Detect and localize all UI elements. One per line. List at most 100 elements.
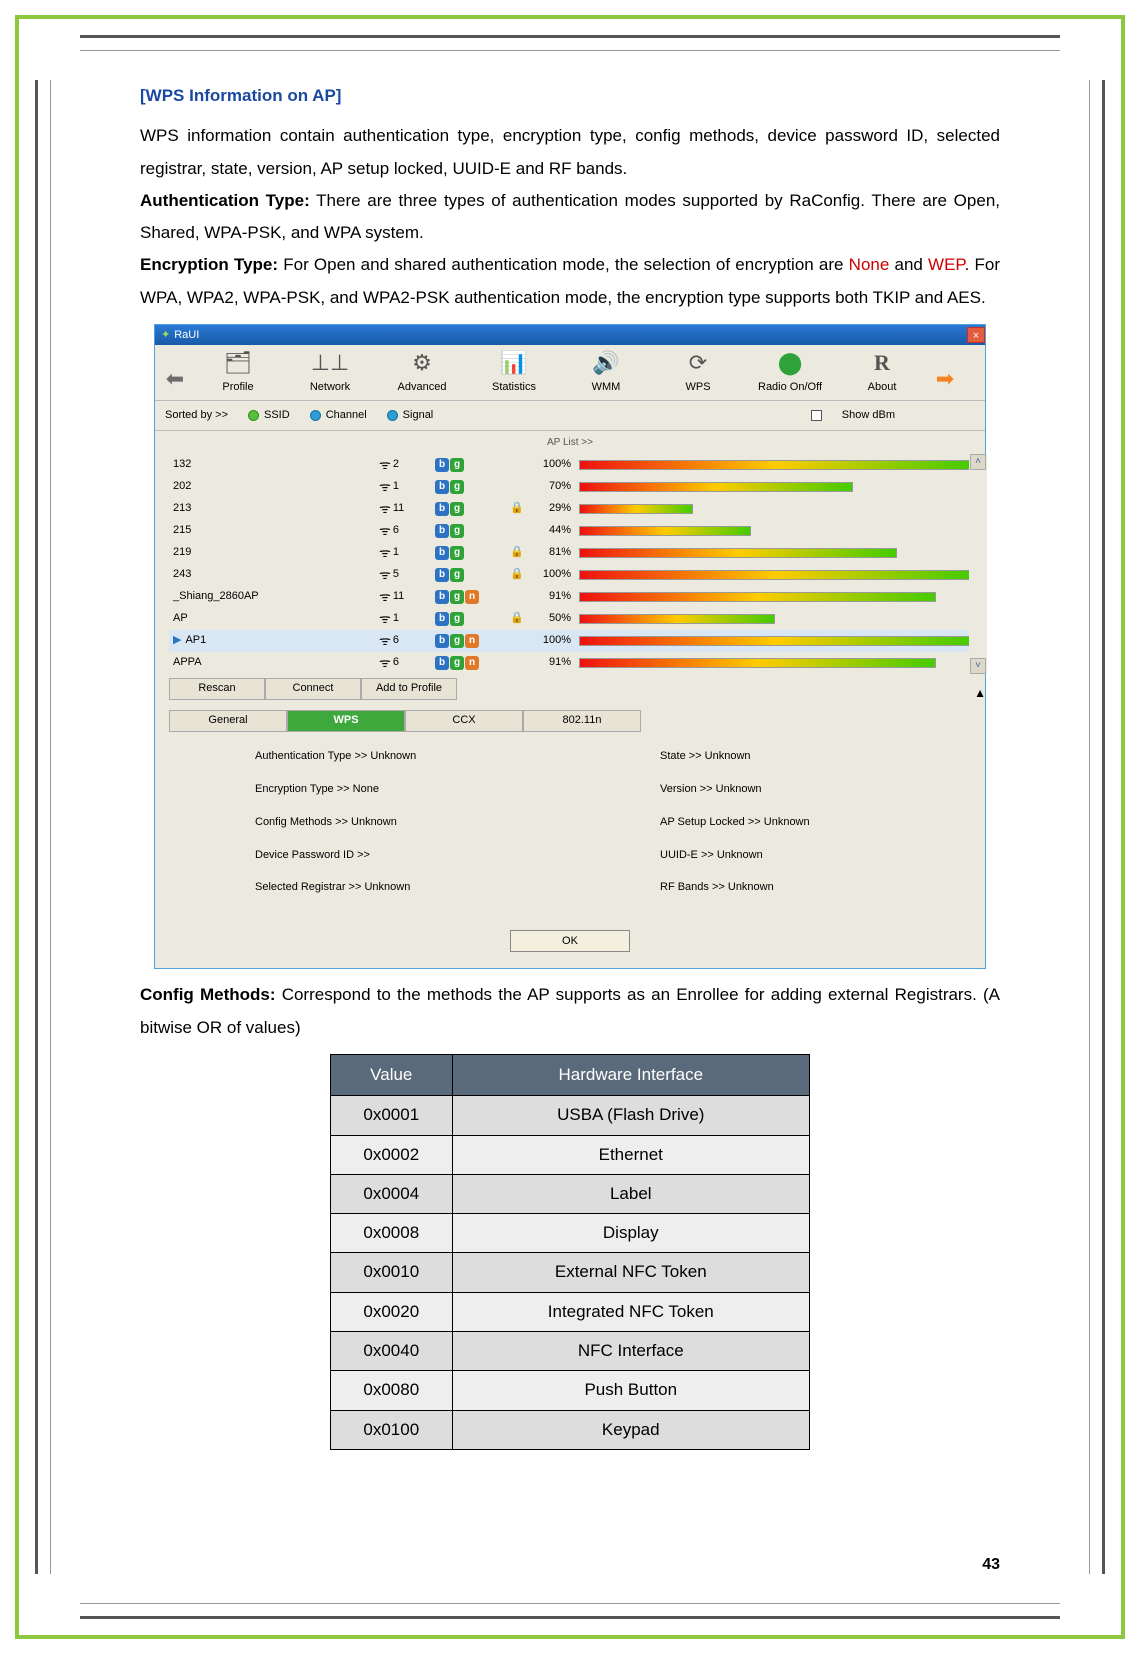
scrollbar[interactable]: ˄ ˅ [969, 454, 987, 674]
cell-signal-pct: 70% [529, 476, 579, 497]
tab-80211n[interactable]: 802.11n [523, 710, 641, 732]
table-row[interactable]: 243ᯤ5bg🔒100% [169, 564, 971, 586]
tool-about[interactable]: RAbout [841, 349, 923, 400]
cell-ssid: 243 [169, 564, 379, 585]
cell-value: 0x0001 [331, 1096, 453, 1135]
cell-signal-bar [579, 636, 971, 646]
sort-row: Sorted by >> SSID Channel Signal Show dB… [155, 401, 985, 431]
tool-label: Profile [222, 377, 253, 398]
collapse-icon[interactable]: ▲ [974, 682, 986, 705]
app-title: RaUI [174, 325, 199, 346]
radio-ssid[interactable]: SSID [248, 405, 290, 426]
cell-signal-bar [579, 592, 971, 602]
tool-statistics[interactable]: 📊Statistics [473, 349, 555, 400]
text-none: None [849, 255, 890, 274]
table-row[interactable]: APᯤ1bg🔒50% [169, 608, 971, 630]
tool-wps[interactable]: ⟳WPS [657, 349, 739, 400]
rescan-button[interactable]: Rescan [169, 678, 265, 700]
table-row[interactable]: _Shiang_2860APᯤ11bgn91% [169, 586, 971, 608]
app-icon: ✦ [161, 325, 170, 346]
cell-value: 0x0020 [331, 1292, 453, 1331]
table-row: 0x0010External NFC Token [331, 1253, 810, 1292]
tool-radio[interactable]: ⬤Radio On/Off [749, 349, 831, 400]
cell-channel: ᯤ1 [379, 475, 435, 500]
cell-signal-pct: 100% [529, 630, 579, 651]
mode-badge-b-icon: b [435, 590, 449, 604]
wps-ver: Version >> Unknown [660, 779, 945, 800]
cell-channel: ᯤ6 [379, 629, 435, 654]
wps-info-panel: Authentication Type >> Unknown Encryptio… [155, 732, 985, 924]
cell-signal-bar [579, 658, 971, 668]
table-row[interactable]: 213ᯤ11bg🔒29% [169, 498, 971, 520]
tab-wps[interactable]: WPS [287, 710, 405, 732]
table-row: 0x0002Ethernet [331, 1135, 810, 1174]
mode-badge-b-icon: b [435, 480, 449, 494]
th-hw: Hardware Interface [452, 1054, 809, 1095]
titlebar[interactable]: ✦RaUI × [155, 325, 985, 345]
cell-signal-bar [579, 460, 971, 470]
cell-ssid: 213 [169, 498, 379, 519]
tab-general[interactable]: General [169, 710, 287, 732]
cell-signal-bar [579, 614, 971, 624]
radio-dot-icon [248, 410, 259, 421]
cell-ssid: ▶AP1 [169, 630, 379, 651]
back-arrow-icon[interactable]: ⬅ [163, 358, 187, 400]
wps-selreg: Selected Registrar >> Unknown [255, 877, 540, 898]
text-enc1: For Open and shared authentication mode,… [278, 255, 849, 274]
mode-badge-g-icon: g [450, 502, 464, 516]
tool-profile[interactable]: 🗂Profile [197, 349, 279, 400]
channel-icon: ᯤ [379, 651, 391, 676]
connect-button[interactable]: Connect [265, 678, 361, 700]
radio-signal[interactable]: Signal [387, 405, 434, 426]
cell-signal-pct: 50% [529, 608, 579, 629]
cell-channel: ᯤ2 [379, 453, 435, 478]
wps-icon: ⟳ [684, 349, 712, 377]
tool-network[interactable]: ⊥⊥Network [289, 349, 371, 400]
tool-wmm[interactable]: 🔊WMM [565, 349, 647, 400]
mode-badge-n-icon: n [465, 590, 479, 604]
wps-state: State >> Unknown [660, 746, 945, 767]
table-row[interactable]: 219ᯤ1bg🔒81% [169, 542, 971, 564]
mode-badge-n-icon: n [465, 656, 479, 670]
cell-signal-bar [579, 570, 971, 580]
tool-advanced[interactable]: ⚙Advanced [381, 349, 463, 400]
channel-icon: ᯤ [379, 607, 391, 632]
sorted-by-label: Sorted by >> [165, 405, 228, 426]
cell-lock: 🔒 [505, 564, 529, 585]
checkbox-show-dbm[interactable] [811, 410, 822, 421]
channel-icon: ᯤ [379, 519, 391, 544]
cell-ssid: _Shiang_2860AP [169, 586, 379, 607]
radio-dot-icon [387, 410, 398, 421]
cell-channel: ᯤ1 [379, 541, 435, 566]
cell-signal-pct: 44% [529, 520, 579, 541]
radio-channel[interactable]: Channel [310, 405, 367, 426]
ap-list-label: AP List >> [155, 431, 985, 454]
tab-ccx[interactable]: CCX [405, 710, 523, 732]
table-row[interactable]: 202ᯤ1bg70% [169, 476, 971, 498]
radio-label: Channel [326, 405, 367, 426]
cell-value: 0x0004 [331, 1174, 453, 1213]
cell-hw: External NFC Token [452, 1253, 809, 1292]
table-row[interactable]: 215ᯤ6bg44% [169, 520, 971, 542]
wps-enc: Encryption Type >> None [255, 779, 540, 800]
cell-channel: ᯤ5 [379, 563, 435, 588]
mode-badge-b-icon: b [435, 502, 449, 516]
table-row[interactable]: 132ᯤ2bg100% [169, 454, 971, 476]
tabs-row: General WPS CCX 802.11n [155, 700, 985, 732]
forward-arrow-icon[interactable]: ➡ [933, 358, 957, 400]
scroll-down-icon[interactable]: ˅ [970, 658, 986, 674]
tool-label: Network [310, 377, 350, 398]
scroll-up-icon[interactable]: ˄ [970, 454, 986, 470]
table-row[interactable]: APPAᯤ6bgn91% [169, 652, 971, 674]
close-button[interactable]: × [967, 327, 985, 343]
mode-badge-g-icon: g [450, 568, 464, 582]
th-value: Value [331, 1054, 453, 1095]
ok-button[interactable]: OK [510, 930, 630, 952]
section-title: [WPS Information on AP] [140, 80, 1000, 112]
cell-signal-pct: 91% [529, 586, 579, 607]
cell-hw: Label [452, 1174, 809, 1213]
cell-ssid: AP [169, 608, 379, 629]
table-row[interactable]: ▶AP1ᯤ6bgn100% [169, 630, 971, 652]
add-profile-button[interactable]: Add to Profile [361, 678, 457, 700]
label-enc: Encryption Type: [140, 255, 278, 274]
